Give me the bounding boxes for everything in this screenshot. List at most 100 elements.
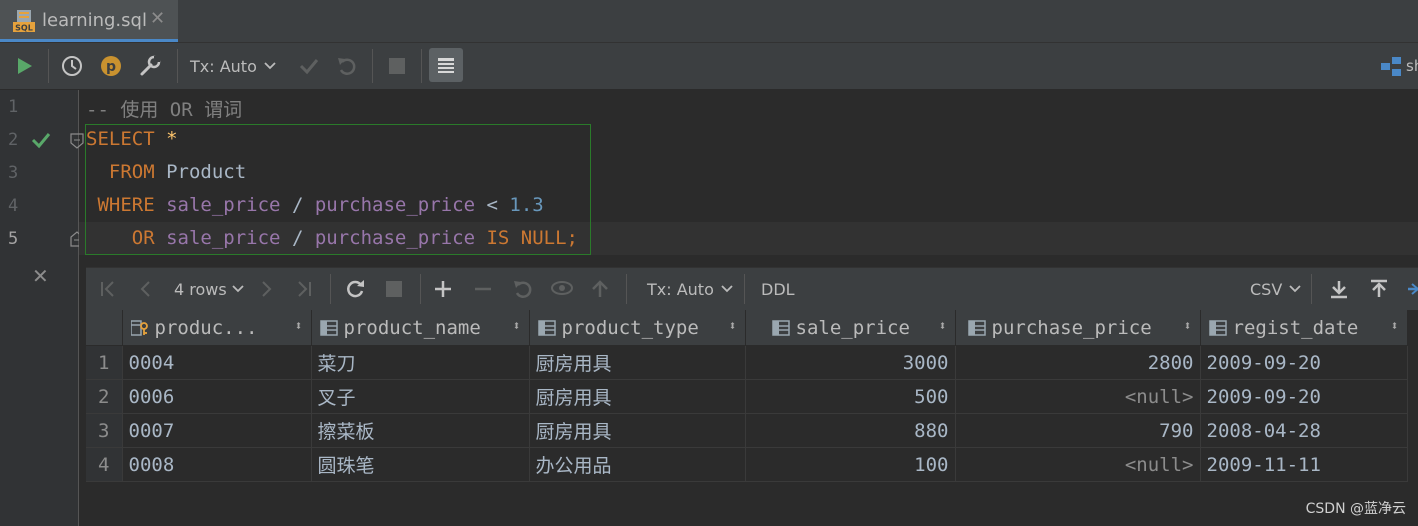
tx-mode-label: Tx: Auto [190, 56, 257, 76]
cell-regist-date[interactable]: 2008-04-28 [1200, 413, 1408, 448]
cell-product-name[interactable]: 菜刀 [311, 345, 530, 380]
table-row[interactable]: 3 0007 擦菜板 厨房用具 880 790 2008-04-28 [86, 413, 1408, 448]
last-page-button[interactable] [294, 268, 314, 310]
cell-sale-price[interactable]: 880 [745, 413, 956, 448]
rows-count-label: 4 rows [174, 279, 227, 299]
refresh-button[interactable] [344, 268, 366, 310]
history-button[interactable] [58, 52, 86, 80]
column-header[interactable]: regist_date ⬍ [1200, 310, 1408, 346]
play-icon [18, 58, 32, 74]
cell-product-name[interactable]: 叉子 [311, 379, 530, 414]
commit-button[interactable] [295, 52, 323, 80]
session-selector[interactable]: sh [1380, 52, 1418, 80]
sort-icon[interactable]: ⬍ [939, 319, 947, 334]
next-page-button[interactable] [256, 268, 276, 310]
column-header[interactable]: produc... ⬍ [122, 310, 312, 346]
cell-product-name[interactable]: 擦菜板 [311, 413, 530, 448]
output-layout-button[interactable] [429, 48, 463, 82]
sort-icon[interactable]: ⬍ [295, 319, 303, 334]
fold-marker-icon[interactable] [70, 133, 84, 149]
line-number: 3 [8, 163, 19, 183]
results-tx-mode-dropdown[interactable]: Tx: Auto [647, 268, 734, 310]
column-header[interactable]: sale_price ⬍ [745, 310, 956, 346]
pin-button[interactable] [1406, 268, 1418, 310]
sort-icon[interactable]: ⬍ [1184, 319, 1192, 334]
table-row[interactable]: 2 0006 叉子 厨房用具 500 <null> 2009-09-20 [86, 379, 1408, 414]
tab-learning-sql[interactable]: SQL learning.sql ✕ [0, 0, 178, 42]
p-badge-icon: p [101, 56, 121, 76]
cell-purchase-price[interactable]: 790 [955, 413, 1201, 448]
sort-icon[interactable]: ⬍ [513, 319, 521, 334]
previous-page-button[interactable] [136, 268, 156, 310]
ddl-button[interactable]: DDL [761, 268, 795, 310]
cell-product-type[interactable]: 厨房用具 [529, 345, 746, 380]
column-icon [1208, 319, 1227, 336]
cell-sale-price[interactable]: 3000 [745, 345, 956, 380]
rollback-button[interactable] [333, 52, 361, 80]
cell-product-id[interactable]: 0004 [122, 345, 312, 380]
sort-icon[interactable]: ⬍ [1391, 319, 1399, 334]
code-line-1[interactable]: -- 使用 OR 谓词 [86, 95, 242, 122]
row-number[interactable]: 4 [86, 447, 123, 482]
delete-row-button[interactable] [473, 268, 493, 310]
cancel-query-button[interactable] [385, 268, 403, 310]
tx-mode-dropdown[interactable]: Tx: Auto [190, 52, 277, 80]
cell-product-type[interactable]: 办公用品 [529, 447, 746, 482]
row-number[interactable]: 3 [86, 413, 123, 448]
checkmark-icon [299, 59, 319, 75]
add-row-button[interactable] [433, 268, 453, 310]
first-page-button[interactable] [98, 268, 118, 310]
editor-toolbar: p Tx: Auto sh [0, 43, 1418, 90]
sql-file-icon: SQL [13, 10, 35, 33]
revert-button[interactable] [512, 268, 534, 310]
watermark: CSDN @蓝净云 [1305, 501, 1406, 517]
explain-plan-button[interactable]: p [97, 52, 125, 80]
eye-icon [551, 281, 573, 295]
cell-product-id[interactable]: 0007 [122, 413, 312, 448]
cell-regist-date[interactable]: 2009-09-20 [1200, 345, 1408, 380]
download-button[interactable] [1329, 268, 1349, 310]
primary-key-column-icon [130, 319, 148, 336]
upload-button[interactable] [1369, 268, 1389, 310]
stop-button[interactable] [383, 52, 411, 80]
arrow-right-icon [1408, 283, 1418, 295]
cell-purchase-price[interactable]: <null> [955, 379, 1201, 414]
column-header[interactable]: purchase_price ⬍ [955, 310, 1201, 346]
column-icon [771, 319, 790, 336]
column-header[interactable]: product_name ⬍ [311, 310, 530, 346]
cell-purchase-price[interactable]: <null> [955, 447, 1201, 482]
export-format-dropdown[interactable]: CSV [1250, 268, 1302, 310]
rows-count-dropdown[interactable]: 4 rows [174, 268, 245, 310]
cell-product-id[interactable]: 0008 [122, 447, 312, 482]
cell-sale-price[interactable]: 100 [745, 447, 956, 482]
cell-product-id[interactable]: 0006 [122, 379, 312, 414]
cell-product-type[interactable]: 厨房用具 [529, 413, 746, 448]
run-button[interactable] [10, 52, 38, 80]
cell-regist-date[interactable]: 2009-09-20 [1200, 379, 1408, 414]
column-icon [319, 319, 338, 336]
cell-regist-date[interactable]: 2009-11-11 [1200, 447, 1408, 482]
refresh-icon [347, 280, 364, 298]
submit-button[interactable] [590, 268, 610, 310]
column-header-label: purchase_price [991, 316, 1152, 339]
ddl-label: DDL [761, 279, 795, 299]
cell-sale-price[interactable]: 500 [745, 379, 956, 414]
cell-product-name[interactable]: 圆珠笔 [311, 447, 530, 482]
settings-button[interactable] [136, 52, 164, 80]
close-results-icon[interactable]: ✕ [32, 264, 49, 288]
table-view-icon [438, 58, 454, 73]
row-number[interactable]: 2 [86, 379, 123, 414]
table-row[interactable]: 4 0008 圆珠笔 办公用品 100 <null> 2009-11-11 [86, 447, 1408, 482]
view-query-button[interactable] [550, 268, 574, 310]
results-tx-mode-label: Tx: Auto [647, 279, 714, 299]
row-number[interactable]: 1 [86, 345, 123, 380]
table-row[interactable]: 1 0004 菜刀 厨房用具 3000 2800 2009-09-20 [86, 345, 1408, 380]
tab-title: learning.sql [42, 10, 147, 31]
close-tab-icon[interactable]: ✕ [150, 8, 165, 29]
cell-product-type[interactable]: 厨房用具 [529, 379, 746, 414]
cell-purchase-price[interactable]: 2800 [955, 345, 1201, 380]
chevron-left-icon [140, 281, 150, 297]
column-header[interactable]: product_type ⬍ [529, 310, 746, 346]
editor-tab-bar: SQL learning.sql ✕ [0, 0, 1418, 43]
sort-icon[interactable]: ⬍ [729, 319, 737, 334]
